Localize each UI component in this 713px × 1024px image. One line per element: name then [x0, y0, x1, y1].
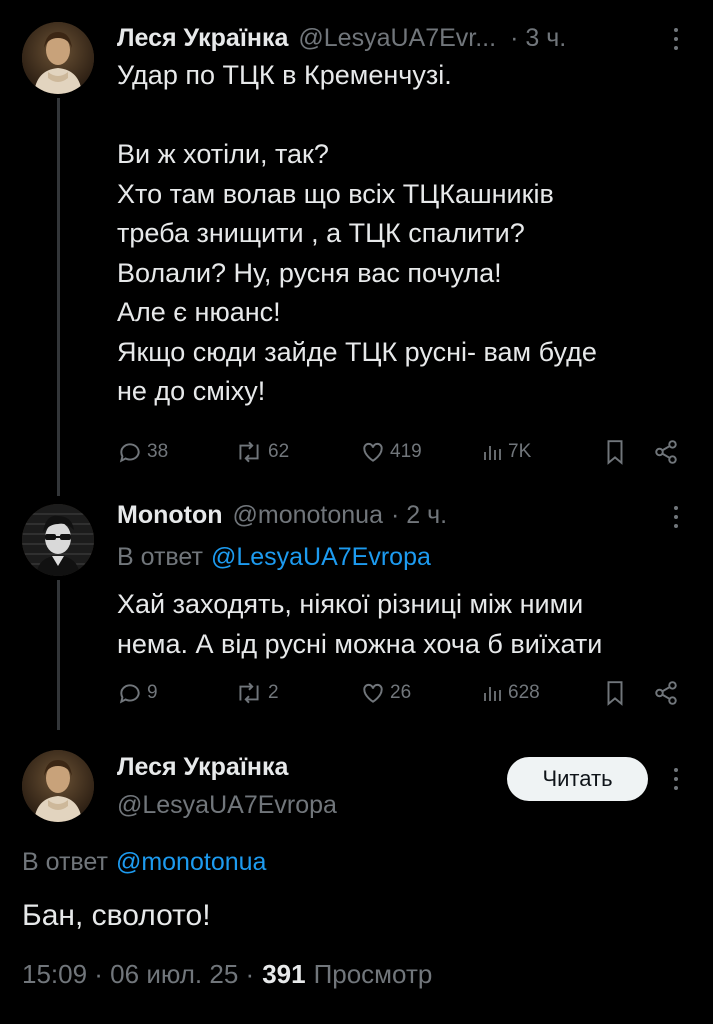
reply-count: 9	[147, 682, 158, 703]
reply-count: 38	[147, 441, 169, 462]
share-button[interactable]	[653, 680, 679, 706]
share-button[interactable]	[653, 439, 679, 465]
repost-count: 2	[268, 682, 279, 703]
follow-button[interactable]: Читать	[507, 757, 648, 801]
share-icon	[655, 440, 677, 464]
heart-icon	[363, 683, 383, 703]
reply-prefix: В ответ	[117, 542, 203, 571]
bookmark-icon	[607, 681, 623, 706]
bookmark-button[interactable]	[604, 439, 626, 465]
more-icon[interactable]	[673, 506, 679, 528]
repost-button[interactable]: 2	[234, 680, 279, 706]
reply-to-link[interactable]: @LesyaUA7Evropa	[211, 543, 431, 572]
tweet-timestamp[interactable]: 15:09 · 06 июл. 25 ·	[22, 959, 254, 990]
reply-context: В ответ @monotonua	[22, 845, 266, 879]
reply-icon	[119, 443, 140, 463]
bookmark-button[interactable]	[604, 680, 626, 706]
tweet2-header: Monoton @monotonua · 2 ч.	[117, 498, 447, 532]
thread-line	[57, 580, 60, 730]
repost-count: 62	[268, 441, 290, 462]
views-icon	[484, 687, 501, 701]
tweet3-text: Бан, сволото!	[22, 899, 211, 932]
like-count: 26	[390, 682, 412, 703]
views-icon	[484, 446, 501, 460]
tweet3-author: Леся Українка @LesyaUA7Evropa	[117, 750, 337, 822]
avatar-monoton[interactable]	[22, 504, 94, 576]
tweet1-actions: 38 62 419 7K	[117, 439, 680, 471]
tweet-time[interactable]: · 2 ч.	[391, 501, 447, 530]
author-name[interactable]: Леся Українка	[117, 24, 288, 53]
avatar-lesya[interactable]	[22, 22, 94, 94]
views-count: 391	[262, 958, 306, 989]
like-button[interactable]: 419	[360, 439, 422, 465]
views-count: 7K	[508, 441, 532, 462]
like-count: 419	[390, 441, 422, 462]
views-button[interactable]: 7K	[480, 439, 531, 465]
author-name[interactable]: Леся Українка	[117, 750, 337, 784]
heart-icon	[363, 442, 383, 462]
tweet-time[interactable]: · 3 ч.	[510, 24, 566, 53]
views-button[interactable]: 628	[480, 680, 540, 706]
tweet2-text: Хай заходять, ніякої різниці між ними не…	[117, 589, 603, 659]
repost-button[interactable]: 62	[234, 439, 289, 465]
more-icon[interactable]	[673, 28, 679, 50]
tweet1-header: Леся Українка @LesyaUA7Evr... · 3 ч.	[117, 21, 566, 55]
tweet2-actions: 9 2 26 628	[117, 680, 680, 712]
like-button[interactable]: 26	[360, 680, 411, 706]
reply-button[interactable]: 38	[117, 439, 168, 465]
author-name[interactable]: Monoton	[117, 501, 223, 530]
repost-icon	[239, 682, 259, 704]
reply-icon	[119, 684, 140, 704]
author-handle[interactable]: @LesyaUA7Evr...	[298, 24, 496, 53]
thread-line	[57, 98, 60, 496]
reply-prefix: В ответ	[22, 847, 108, 876]
more-icon[interactable]	[673, 768, 679, 790]
author-handle[interactable]: @LesyaUA7Evropa	[117, 788, 337, 822]
reply-to-link[interactable]: @monotonua	[116, 848, 266, 877]
tweet1-text: Удар по ТЦК в Кременчузі. Ви ж хотіли, т…	[117, 60, 597, 406]
share-icon	[655, 681, 677, 705]
reply-context: В ответ @LesyaUA7Evropa	[117, 540, 431, 574]
views-label: Просмотр	[313, 958, 433, 989]
reply-button[interactable]: 9	[117, 680, 158, 706]
views-count: 628	[508, 682, 540, 703]
author-handle[interactable]: @monotonua	[233, 501, 383, 530]
bookmark-icon	[607, 440, 623, 465]
repost-icon	[239, 441, 259, 463]
tweet3-meta: 15:09 · 06 июл. 25 · 391 Просмотр	[22, 956, 432, 992]
avatar-lesya[interactable]	[22, 750, 94, 822]
